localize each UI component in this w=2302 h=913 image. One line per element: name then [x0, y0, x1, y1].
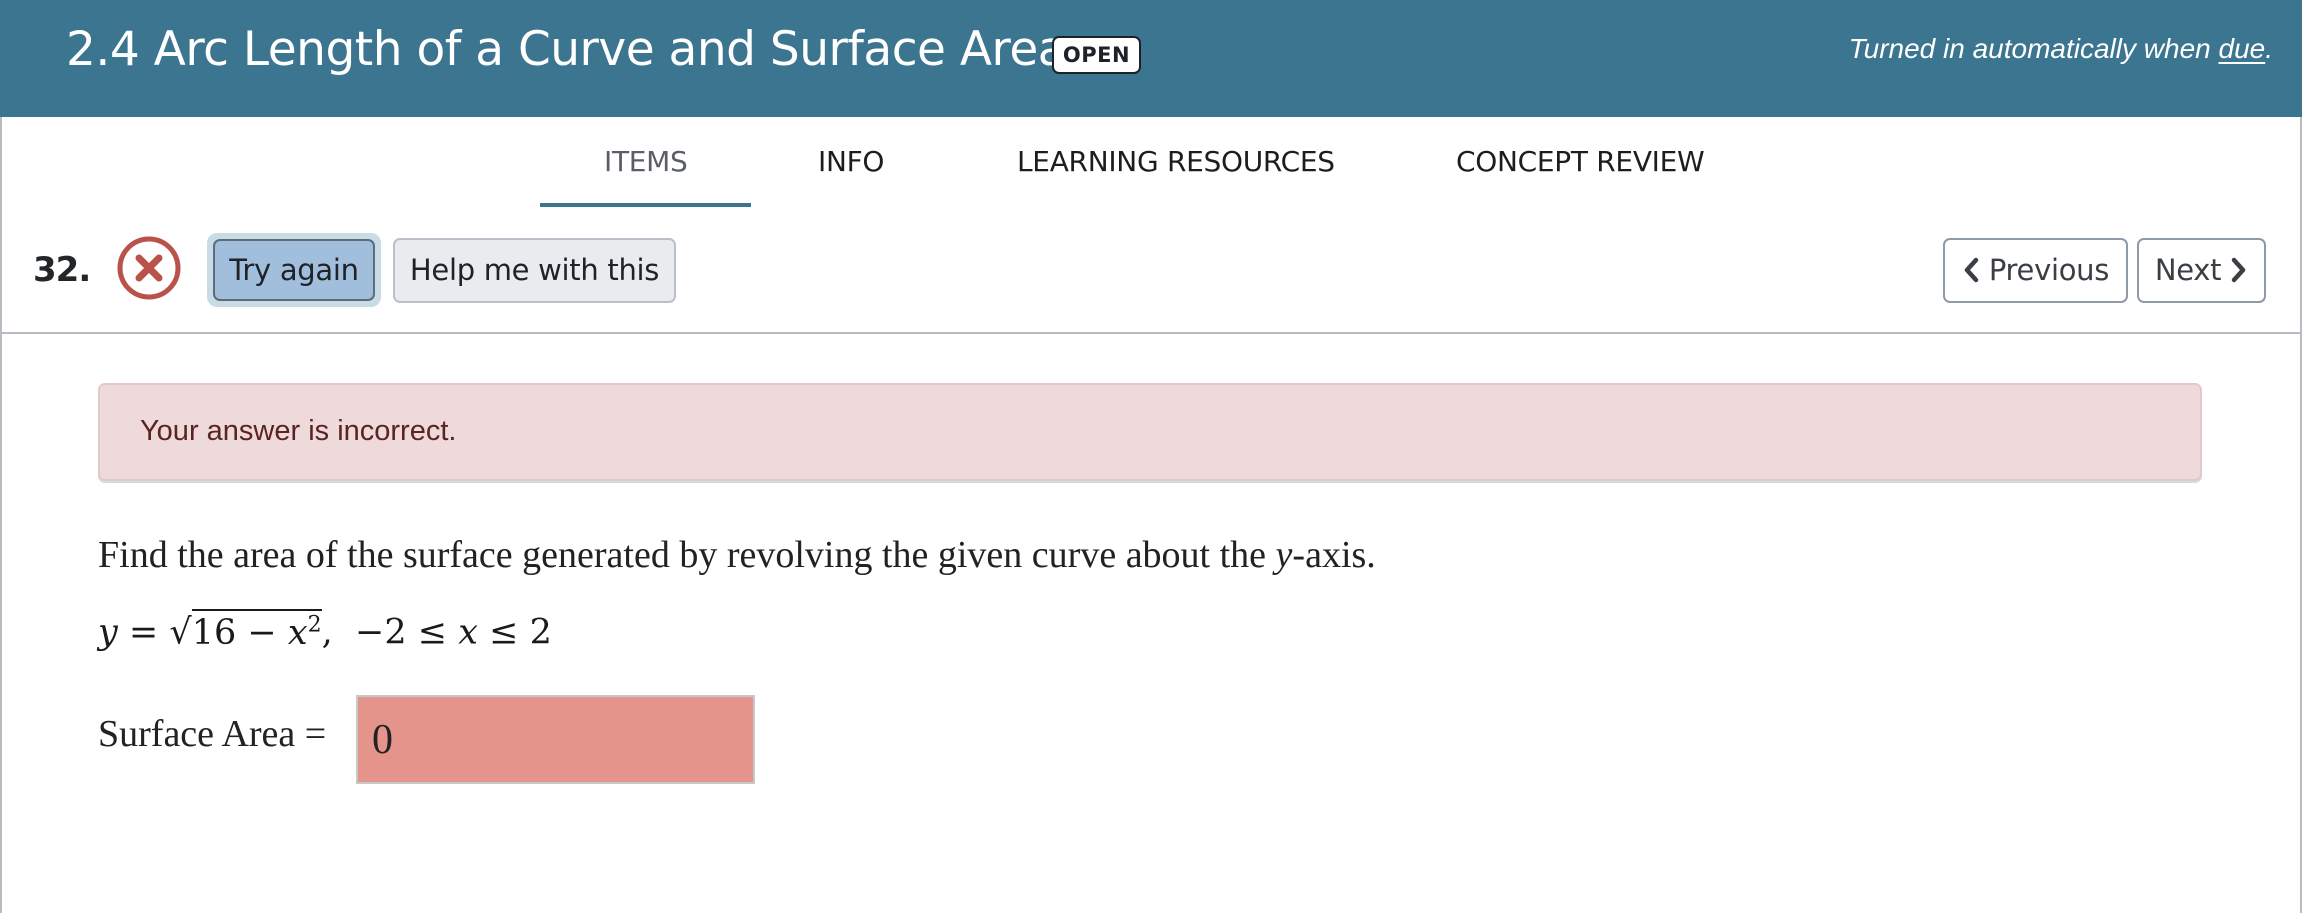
incorrect-x-circle-icon [116, 235, 182, 301]
prompt-variable: y [1275, 534, 1293, 576]
radicand-var: x [287, 612, 308, 653]
radicand-exponent: 2 [307, 612, 322, 637]
toolbar-divider [0, 332, 2302, 334]
next-label: Next [2154, 253, 2222, 287]
incorrect-alert: Your answer is incorrect. [98, 383, 2202, 481]
item-number: 32. [33, 250, 91, 290]
eq-equals: = [128, 612, 159, 653]
tab-info[interactable]: INFO [818, 145, 884, 178]
due-notice-prefix: Turned in automatically when [1848, 33, 2219, 64]
previous-label: Previous [1988, 253, 2110, 287]
sqrt-sign-icon: √ [169, 612, 192, 653]
curve-equation: y = √16 − x2, −2 ≤ x ≤ 2 [98, 608, 552, 653]
domain-leq-1: ≤ [417, 612, 448, 653]
radicand-const: 16 [191, 612, 237, 653]
eq-lhs: y [98, 612, 118, 653]
eq-comma: , [321, 612, 333, 653]
tab-concept-review[interactable]: CONCEPT REVIEW [1456, 145, 1705, 178]
answer-label: Surface Area = [98, 713, 327, 755]
due-notice-suffix: . [2265, 33, 2273, 64]
try-again-button[interactable]: Try again [213, 239, 375, 301]
help-me-button[interactable]: Help me with this [393, 238, 676, 303]
due-notice: Turned in automatically when due. [1849, 33, 2273, 65]
domain-leq-2: ≤ [489, 612, 519, 653]
next-button[interactable]: Next [2137, 238, 2266, 303]
tab-bar: ITEMS INFO LEARNING RESOURCES CONCEPT RE… [0, 117, 2302, 207]
alert-message: Your answer is incorrect. [140, 415, 457, 447]
active-tab-indicator [540, 203, 751, 207]
tab-learning-resources[interactable]: LEARNING RESOURCES [1017, 145, 1335, 178]
prompt-text-before: Find the area of the surface generated b… [98, 534, 1276, 576]
surface-area-input[interactable] [356, 695, 755, 784]
assignment-title: 2.4 Arc Length of a Curve and Surface Ar… [66, 22, 1067, 77]
due-link[interactable]: due [2219, 33, 2266, 64]
prompt-text-after: -axis. [1292, 534, 1376, 576]
domain-lower: −2 [355, 612, 407, 653]
sqrt-radicand: 16 − x2 [191, 608, 322, 653]
radicand-minus: − [247, 612, 277, 653]
question-prompt: Find the area of the surface generated b… [98, 533, 1376, 577]
tab-items[interactable]: ITEMS [604, 145, 688, 178]
domain-upper: 2 [529, 612, 552, 653]
status-badge: OPEN [1052, 36, 1141, 74]
assignment-header: 2.4 Arc Length of a Curve and Surface Ar… [0, 0, 2302, 117]
domain-var: x [458, 612, 478, 653]
chevron-right-icon [2231, 257, 2246, 282]
chevron-left-icon [1964, 257, 1979, 282]
previous-button[interactable]: Previous [1943, 238, 2128, 303]
